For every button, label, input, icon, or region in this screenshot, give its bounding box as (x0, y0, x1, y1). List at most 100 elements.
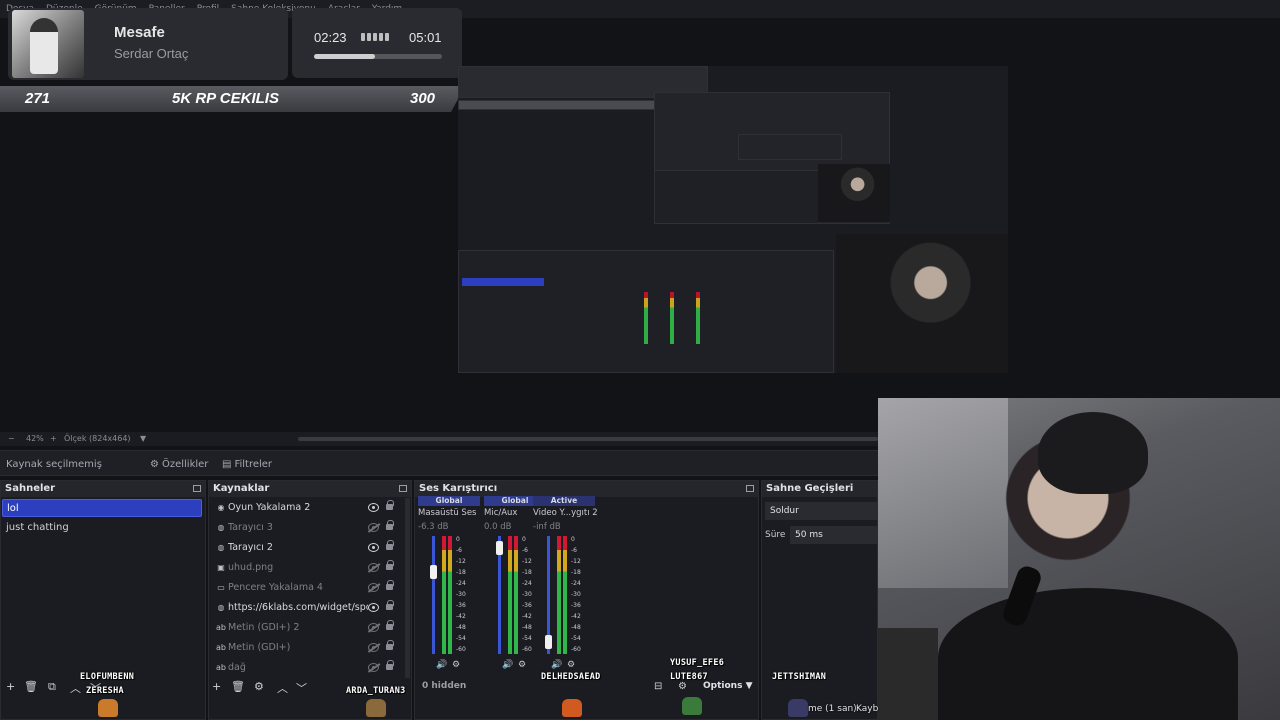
volume-fader-knob[interactable] (430, 565, 437, 580)
lock-icon[interactable] (386, 600, 394, 610)
trash-icon[interactable]: 🗑 (24, 680, 38, 693)
lock-icon[interactable] (386, 500, 394, 510)
lock-icon[interactable] (386, 540, 394, 550)
undock-icon[interactable] (193, 485, 201, 492)
zoom-out-icon[interactable]: − (8, 434, 15, 443)
preview-horizontal-scrollbar[interactable] (298, 437, 878, 441)
eye-icon[interactable] (368, 503, 379, 512)
eye-icon[interactable] (368, 603, 379, 612)
volume-meter-right (563, 536, 567, 654)
duration-label: Süre (765, 530, 786, 540)
text-icon: ab (216, 643, 226, 652)
source-label: Tarayıcı 3 (228, 522, 273, 533)
meter-scale-label: -30 (571, 590, 581, 598)
channel-name[interactable]: Mic/Aux (484, 508, 517, 518)
move-up-icon[interactable]: ︿ (277, 680, 288, 696)
meter-scale-label: -18 (456, 568, 466, 576)
source-item[interactable]: ab Metin (GDI+) 2 (210, 618, 406, 638)
eye-icon[interactable] (368, 543, 379, 552)
meter-scale-label: -12 (456, 557, 466, 565)
source-item[interactable]: ◍ Tarayıcı 2 (210, 538, 406, 558)
speaker-icon[interactable]: 🔊 (551, 660, 562, 670)
channel-volume-db: -6.3 dB (418, 522, 449, 532)
eye-off-icon[interactable] (368, 563, 379, 572)
globe-icon: ◍ (217, 523, 225, 532)
source-item[interactable]: ▣ uhud.png (210, 558, 406, 578)
eye-off-icon[interactable] (368, 523, 379, 532)
scene-item-lol[interactable]: lol (2, 499, 202, 517)
source-item[interactable]: ▭ Pencere Yakalama 4 (210, 578, 406, 598)
undock-icon[interactable] (746, 485, 754, 492)
volume-meter-left (508, 536, 512, 654)
zoom-level: 42% (26, 434, 44, 443)
gear-icon[interactable]: ⚙ (518, 660, 526, 670)
meter-scale-label: -6 (522, 546, 528, 554)
undock-icon[interactable] (399, 485, 407, 492)
scene-filter-icon[interactable]: ⧉ (48, 680, 56, 694)
properties-label: Özellikler (161, 458, 209, 470)
channel-volume-db: -inf dB (533, 522, 561, 532)
duration-input[interactable]: 50 ms (790, 526, 878, 544)
text-icon: ab (216, 663, 226, 672)
channel-name[interactable]: Video Y...ygıtı 2 (533, 508, 598, 518)
move-up-icon[interactable]: ︿ (70, 680, 81, 696)
volume-fader-knob[interactable] (545, 634, 552, 649)
eye-off-icon[interactable] (368, 663, 379, 672)
canvas-preview[interactable] (458, 66, 1008, 373)
meter-scale-label: -30 (522, 590, 532, 598)
channel-name[interactable]: Masaüstü Ses (418, 508, 476, 518)
elapsed-time: 02:23 (314, 30, 347, 45)
lock-icon[interactable] (386, 560, 394, 570)
transition-select[interactable]: Soldur (765, 502, 878, 520)
lock-icon[interactable] (386, 580, 394, 590)
gamepad-icon: ◉ (217, 503, 225, 512)
scene-item-just-chatting[interactable]: just chatting (2, 519, 202, 537)
gear-icon[interactable]: ⚙ (678, 681, 687, 692)
gear-icon[interactable]: ⚙ (567, 660, 575, 670)
source-item[interactable]: ◍https://6klabs.com/widget/spotify (210, 598, 406, 618)
trash-icon[interactable]: 🗑 (231, 680, 245, 693)
volume-fader-knob[interactable] (496, 541, 503, 556)
eye-off-icon[interactable] (368, 583, 379, 592)
options-button[interactable]: Options ▼ (703, 681, 753, 691)
lock-icon[interactable] (386, 620, 394, 630)
status-fragment-1: me (1 san) (808, 704, 857, 714)
scale-resolution: Ölçek (824x464) (64, 434, 131, 443)
source-item[interactable]: ab dağ (210, 658, 406, 678)
meter-scale-label: 0 (571, 536, 575, 543)
source-label: Pencere Yakalama 4 (228, 582, 323, 593)
gear-icon[interactable]: ⚙ (452, 660, 460, 670)
speaker-icon[interactable]: 🔊 (436, 660, 447, 670)
mixer-layout-icon[interactable]: ⊟ (654, 681, 662, 692)
meter-scale-label: -6 (571, 546, 577, 554)
add-source-icon[interactable]: + (212, 680, 221, 693)
chevron-down-icon[interactable]: ▼ (140, 434, 146, 443)
sources-title: Kaynaklar (209, 481, 411, 497)
move-down-icon[interactable]: ﹀ (296, 680, 307, 696)
gear-icon[interactable]: ⚙ (254, 680, 264, 693)
sources-scrollbar[interactable] (405, 498, 410, 678)
eye-off-icon[interactable] (368, 643, 379, 652)
source-label: uhud.png (228, 562, 274, 573)
source-item[interactable]: ◉ Oyun Yakalama 2 (210, 498, 406, 518)
source-item[interactable]: ◍ Tarayıcı 3 (210, 518, 406, 538)
meter-scale-label: -42 (522, 612, 532, 620)
speaker-icon[interactable]: 🔊 (502, 660, 513, 670)
lock-icon[interactable] (386, 660, 394, 670)
alert-name-1: ELOFUMBENN (80, 672, 135, 682)
lock-icon[interactable] (386, 640, 394, 650)
lock-icon[interactable] (386, 520, 394, 530)
volume-fader-track[interactable] (432, 536, 435, 654)
image-icon: ▣ (217, 563, 225, 572)
meter-scale-label: -24 (456, 579, 466, 587)
webcam-feed (878, 398, 1280, 720)
nested-webcam-small (818, 164, 890, 222)
filters-button[interactable]: ▤ Filtreler (222, 456, 272, 472)
meter-scale-label: -6 (456, 546, 462, 554)
properties-button[interactable]: ⚙ Özellikler (150, 456, 208, 472)
eye-off-icon[interactable] (368, 623, 379, 632)
streamer-shirt (938, 588, 1238, 720)
zoom-in-icon[interactable]: + (50, 434, 57, 443)
source-item[interactable]: ab Metin (GDI+) (210, 638, 406, 658)
add-scene-icon[interactable]: + (6, 680, 15, 693)
